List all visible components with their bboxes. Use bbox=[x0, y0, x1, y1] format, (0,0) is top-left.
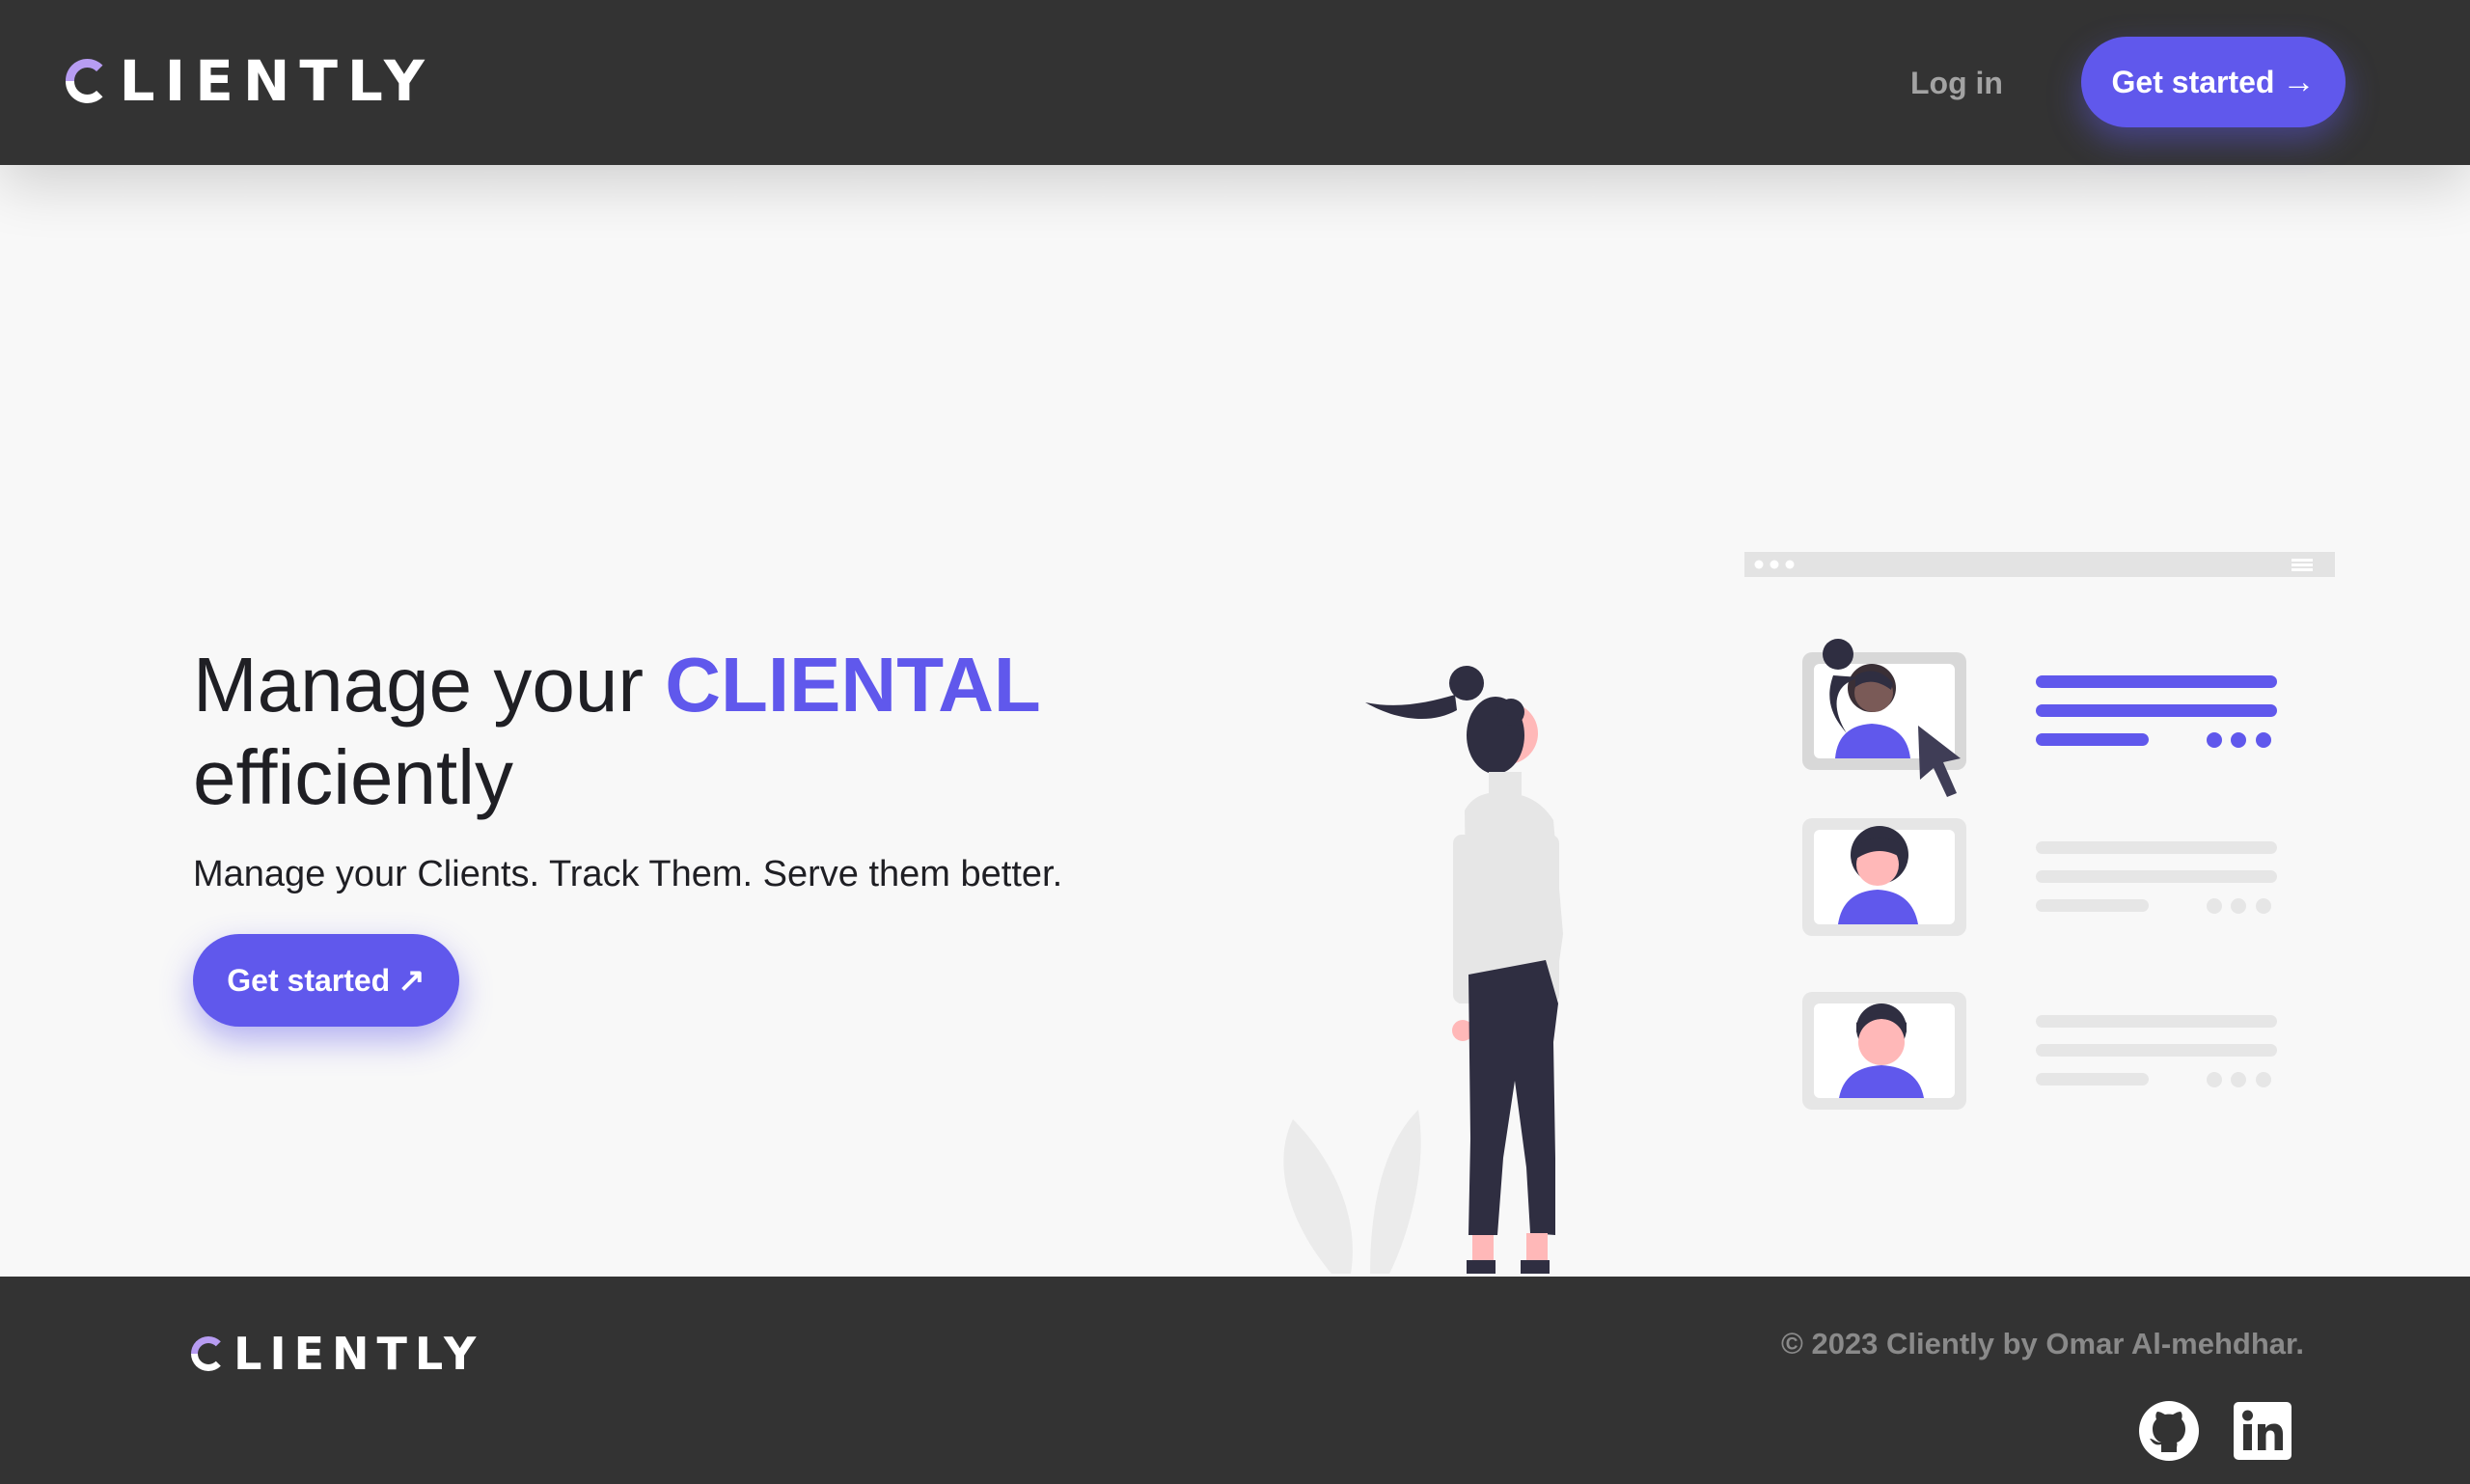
hero-get-started-label: Get started bbox=[227, 962, 391, 998]
logo-text: LIENTLY bbox=[119, 48, 434, 114]
hero-get-started-button[interactable]: Get started ↗ bbox=[193, 934, 459, 1027]
hero-title-accent: CLIENTAL bbox=[665, 642, 1041, 728]
logo-c-mark bbox=[66, 59, 110, 103]
client-card-1 bbox=[1802, 639, 2277, 797]
hero-title: Manage your CLIENTAL efficiently bbox=[193, 639, 1158, 824]
hero-subtitle: Manage your Clients. Track Them. Serve t… bbox=[193, 854, 1063, 894]
github-icon[interactable] bbox=[2138, 1400, 2200, 1462]
footer-logo-text: LIENTLY bbox=[233, 1328, 484, 1380]
linkedin-icon[interactable] bbox=[2232, 1400, 2293, 1462]
copyright-text: © 2023 Cliently by Omar Al-mehdhar. bbox=[1781, 1327, 2304, 1360]
hero-title-suffix: efficiently bbox=[193, 734, 514, 820]
footer-logo[interactable]: LIENTLY bbox=[191, 1325, 483, 1383]
hero-illustration bbox=[1283, 552, 2335, 1274]
browser-window-bar bbox=[1744, 552, 2335, 577]
top-navbar: LIENTLY Log in Get started → bbox=[0, 0, 2470, 165]
footer: LIENTLY © 2023 Cliently by Omar Al-mehdh… bbox=[0, 1277, 2470, 1484]
client-card-2 bbox=[1802, 818, 2277, 936]
logo-c-mark bbox=[191, 1336, 226, 1371]
get-started-button[interactable]: Get started → bbox=[2081, 37, 2346, 127]
client-card-3 bbox=[1802, 992, 2277, 1110]
arrow-right-icon: → bbox=[2282, 63, 2316, 100]
hero-title-prefix: Manage your bbox=[193, 642, 666, 728]
cliently-logo[interactable]: LIENTLY bbox=[66, 48, 434, 114]
leaf-decoration bbox=[1283, 1110, 1421, 1274]
get-started-label: Get started bbox=[2111, 64, 2275, 99]
login-link[interactable]: Log in bbox=[1910, 60, 2003, 106]
arrow-up-right-icon: ↗ bbox=[398, 962, 425, 999]
